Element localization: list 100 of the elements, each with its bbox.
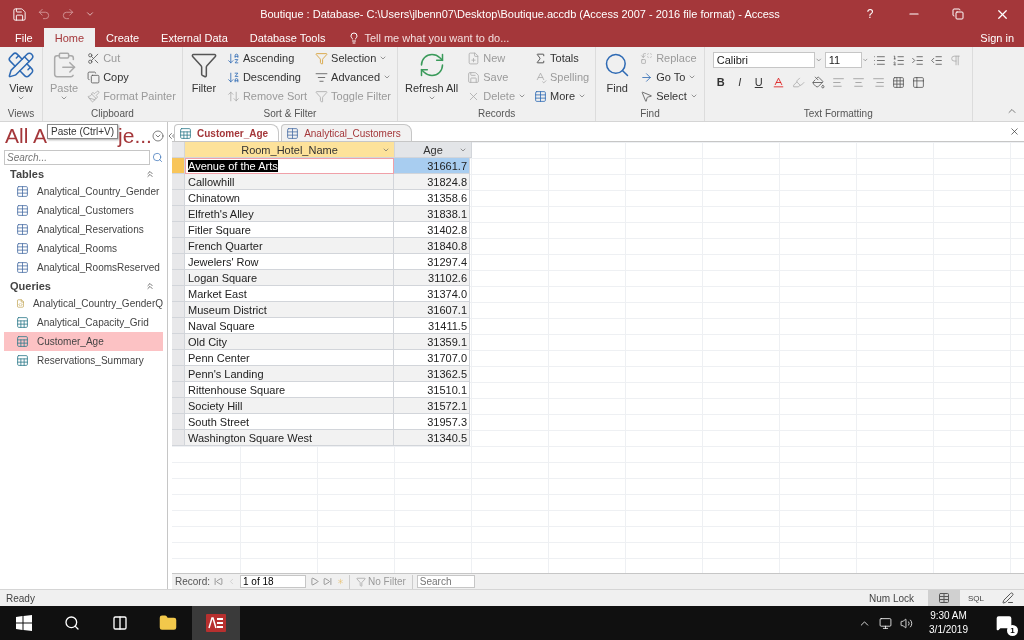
table-cell: 31707.0 bbox=[394, 350, 470, 366]
table-icon bbox=[16, 242, 29, 255]
font-name-field[interactable]: Calibri bbox=[712, 52, 816, 68]
font-style-button[interactable]: U bbox=[750, 73, 767, 91]
search-field[interactable]: Search bbox=[416, 575, 475, 588]
column-header[interactable]: Room_Hotel_Name bbox=[185, 142, 395, 158]
ribbon-button[interactable]: Selection bbox=[313, 49, 394, 67]
notification-badge: 1 bbox=[1007, 625, 1018, 636]
font-style-button[interactable]: B bbox=[712, 73, 729, 91]
font-size-field[interactable]: 11 bbox=[824, 52, 863, 68]
table-icon bbox=[938, 592, 950, 604]
table-icon bbox=[16, 204, 29, 217]
pointer-icon bbox=[640, 89, 654, 103]
status-text: Ready bbox=[6, 592, 35, 604]
table-cell: 31510.1 bbox=[394, 382, 470, 398]
query-icon bbox=[16, 335, 29, 348]
ribbon-button[interactable]: Refresh All bbox=[402, 49, 462, 107]
ribbon-button[interactable]: Find bbox=[600, 49, 635, 107]
ribbon-button[interactable]: Go To bbox=[638, 68, 700, 86]
table-cell: 31957.3 bbox=[394, 414, 470, 430]
document-tab[interactable]: Customer_Age bbox=[174, 124, 280, 141]
nav-item[interactable]: Customer_Age bbox=[4, 332, 163, 351]
ribbon-button[interactable]: Totals bbox=[532, 49, 592, 67]
row-selector[interactable] bbox=[172, 254, 185, 270]
new-record-icon bbox=[467, 51, 481, 65]
funnel-icon bbox=[315, 51, 329, 65]
row-selector[interactable] bbox=[172, 350, 185, 366]
row-selector[interactable] bbox=[172, 366, 185, 382]
ribbon-tab[interactable]: File bbox=[4, 28, 44, 47]
paintbrush-icon bbox=[87, 89, 101, 103]
row-selector[interactable] bbox=[172, 334, 185, 350]
funnel-icon bbox=[356, 576, 366, 587]
table-cell: Fitler Square bbox=[185, 222, 394, 238]
notification-button[interactable]: 1 bbox=[984, 606, 1024, 640]
ribbon-button[interactable]: Copy bbox=[85, 68, 178, 86]
nav-item[interactable]: Analytical_Country_Gender bbox=[4, 182, 163, 201]
row-selector[interactable] bbox=[172, 158, 185, 174]
nav-group-header[interactable]: Tables bbox=[0, 165, 167, 182]
row-selector[interactable] bbox=[172, 302, 185, 318]
ribbon-button[interactable]: Ascending bbox=[224, 49, 310, 67]
nav-item[interactable]: Analytical_Reservations bbox=[4, 220, 163, 239]
nav-item[interactable]: Analytical_Country_GenderQ bbox=[4, 294, 163, 313]
column-header[interactable]: Age bbox=[395, 142, 472, 158]
ribbon-button[interactable]: View bbox=[4, 49, 38, 107]
first-record-icon bbox=[214, 577, 223, 586]
record-position-field[interactable]: 1 of 18 bbox=[240, 575, 306, 588]
row-selector[interactable] bbox=[172, 382, 185, 398]
ribbon-button[interactable]: Select bbox=[638, 87, 700, 105]
row-selector[interactable] bbox=[172, 430, 185, 446]
sql-view-button[interactable]: SQL bbox=[960, 590, 992, 606]
row-selector[interactable] bbox=[172, 318, 185, 334]
document-tab[interactable]: Analytical_Customers bbox=[281, 124, 412, 141]
next-record-icon bbox=[310, 577, 319, 586]
table-cell: 31374.0 bbox=[394, 286, 470, 302]
task-view-icon bbox=[112, 615, 128, 631]
save-icon bbox=[467, 70, 481, 84]
nav-item[interactable]: Analytical_Capacity_Grid bbox=[4, 313, 163, 332]
search-field[interactable]: Search... bbox=[4, 150, 150, 165]
row-selector[interactable] bbox=[172, 222, 185, 238]
help-button[interactable]: ? bbox=[848, 0, 892, 28]
ribbon-button[interactable]: Advanced bbox=[313, 68, 394, 86]
row-selector[interactable] bbox=[172, 206, 185, 222]
nav-item[interactable]: Analytical_Rooms bbox=[4, 239, 163, 258]
nav-item[interactable]: Analytical_RoomsReserved bbox=[4, 258, 163, 277]
ribbon-button[interactable]: Filter bbox=[186, 49, 221, 107]
group-label: Clipboard bbox=[90, 107, 135, 121]
table-cell: 31411.5 bbox=[394, 318, 470, 334]
row-selector[interactable] bbox=[172, 398, 185, 414]
ribbon-tab[interactable]: Create bbox=[95, 28, 151, 47]
ribbon-tab[interactable]: Database Tools bbox=[238, 28, 337, 47]
select-all-corner[interactable] bbox=[172, 142, 185, 158]
collapse-icon bbox=[145, 280, 155, 291]
row-selector[interactable] bbox=[172, 190, 185, 206]
row-selector[interactable] bbox=[172, 174, 185, 190]
close-icon bbox=[1009, 126, 1020, 137]
sign-in-link[interactable]: Sign in bbox=[970, 28, 1024, 47]
ribbon-button[interactable]: More bbox=[532, 87, 592, 105]
ribbon-button[interactable]: Descending bbox=[224, 68, 310, 86]
row-selector[interactable] bbox=[172, 238, 185, 254]
nav-group-header[interactable]: Queries bbox=[0, 277, 167, 294]
datasheet-view-button[interactable] bbox=[928, 590, 960, 606]
nav-item[interactable]: Analytical_Customers bbox=[4, 201, 163, 220]
row-selector[interactable] bbox=[172, 270, 185, 286]
new-record-icon bbox=[336, 577, 345, 586]
group-label: Find bbox=[639, 107, 661, 121]
access-app-button[interactable] bbox=[192, 606, 240, 640]
row-selector[interactable] bbox=[172, 414, 185, 430]
ribbon-tab[interactable]: Home bbox=[43, 28, 96, 47]
font-style-button[interactable]: I bbox=[731, 73, 748, 91]
table-cell: 31661.7 bbox=[394, 158, 470, 174]
ribbon-tab[interactable]: External Data bbox=[150, 28, 239, 47]
search-icon bbox=[152, 152, 163, 163]
customize-caret-icon bbox=[85, 9, 95, 19]
clock[interactable]: 9:30 AM 3/1/2019 bbox=[921, 609, 976, 637]
row-selector[interactable] bbox=[172, 286, 185, 302]
nav-item[interactable]: Reservations_Summary bbox=[4, 351, 163, 370]
table-cell: 31359.1 bbox=[394, 334, 470, 350]
group-label: Records bbox=[476, 107, 517, 121]
tell-me-field[interactable]: Tell me what you want to do... bbox=[348, 28, 510, 47]
paint-bucket-icon[interactable] bbox=[809, 73, 827, 91]
